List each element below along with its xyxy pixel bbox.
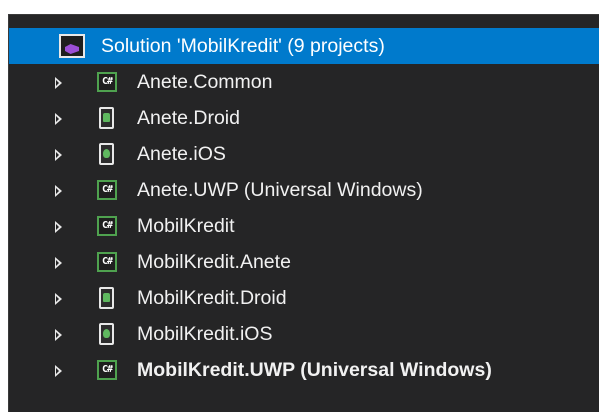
expand-arrow-icon[interactable] xyxy=(55,257,62,269)
expand-arrow-icon[interactable] xyxy=(55,185,62,197)
solution-node[interactable]: Solution 'MobilKredit' (9 projects) xyxy=(9,28,599,64)
project-node-mobilkredit-uwp[interactable]: C# MobilKredit.UWP (Universal Windows) xyxy=(9,352,599,388)
project-label: MobilKredit.Anete xyxy=(137,251,291,273)
expand-arrow-icon[interactable] xyxy=(55,293,62,305)
android-project-icon xyxy=(99,107,114,129)
project-node-anete-uwp[interactable]: C# Anete.UWP (Universal Windows) xyxy=(9,172,599,208)
project-node-anete-common[interactable]: C# Anete.Common xyxy=(9,64,599,100)
visual-studio-solution-icon xyxy=(59,34,85,58)
ios-project-icon xyxy=(99,323,114,345)
project-label: Anete.iOS xyxy=(137,143,226,165)
csharp-project-icon: C# xyxy=(97,72,117,92)
expand-arrow-icon[interactable] xyxy=(55,77,62,89)
project-label: MobilKredit.iOS xyxy=(137,323,273,345)
project-label: Anete.Droid xyxy=(137,107,240,129)
project-label: MobilKredit.Droid xyxy=(137,287,287,309)
solution-label: Solution 'MobilKredit' (9 projects) xyxy=(101,35,385,57)
project-label: MobilKredit xyxy=(137,215,235,237)
project-node-anete-droid[interactable]: Anete.Droid xyxy=(9,100,599,136)
solution-explorer-tree: Solution 'MobilKredit' (9 projects) C# A… xyxy=(8,14,599,412)
expand-arrow-icon[interactable] xyxy=(55,329,62,341)
csharp-project-icon: C# xyxy=(97,252,117,272)
csharp-project-icon: C# xyxy=(97,360,117,380)
expand-arrow-icon[interactable] xyxy=(55,149,62,161)
project-node-mobilkredit[interactable]: C# MobilKredit xyxy=(9,208,599,244)
project-label: Anete.UWP (Universal Windows) xyxy=(137,179,423,201)
expand-arrow-icon[interactable] xyxy=(55,221,62,233)
expand-arrow-icon[interactable] xyxy=(55,113,62,125)
ios-project-icon xyxy=(99,143,114,165)
project-node-mobilkredit-droid[interactable]: MobilKredit.Droid xyxy=(9,280,599,316)
project-label: MobilKredit.UWP (Universal Windows) xyxy=(137,359,492,381)
project-label: Anete.Common xyxy=(137,71,273,93)
csharp-project-icon: C# xyxy=(97,216,117,236)
csharp-project-icon: C# xyxy=(97,180,117,200)
project-node-mobilkredit-anete[interactable]: C# MobilKredit.Anete xyxy=(9,244,599,280)
project-node-mobilkredit-ios[interactable]: MobilKredit.iOS xyxy=(9,316,599,352)
android-project-icon xyxy=(99,287,114,309)
project-node-anete-ios[interactable]: Anete.iOS xyxy=(9,136,599,172)
expand-arrow-icon[interactable] xyxy=(55,365,62,377)
